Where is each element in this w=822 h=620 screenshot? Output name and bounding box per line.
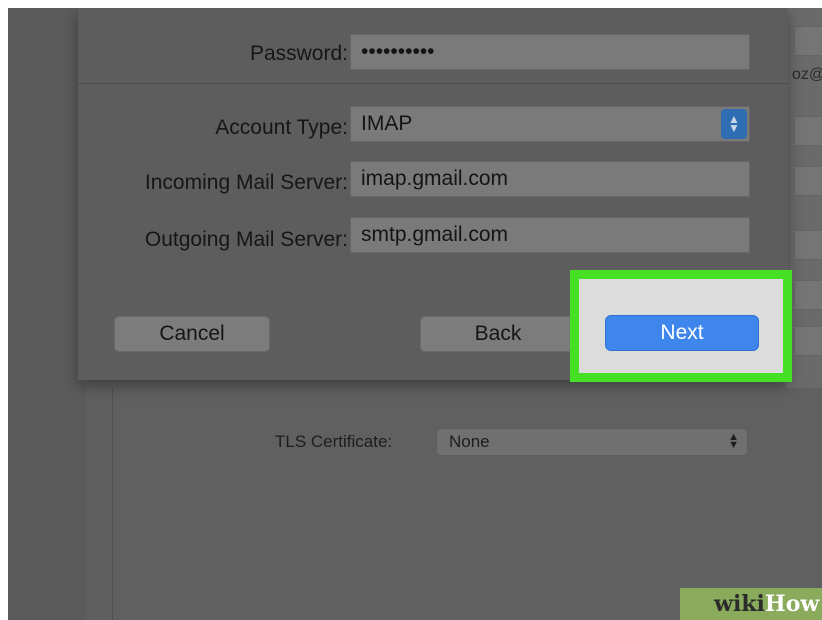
background-field	[794, 326, 822, 356]
account-type-label: Account Type:	[215, 116, 348, 139]
background-field	[794, 26, 822, 56]
password-value: ••••••••••	[361, 40, 435, 63]
tls-certificate-value: None	[449, 432, 490, 451]
background-field	[794, 116, 822, 146]
background-settings-panel	[112, 388, 822, 620]
incoming-mail-server-label: Incoming Mail Server:	[144, 171, 348, 194]
background-field	[794, 166, 822, 196]
screenshot-canvas: oz@ TLS Certificate: None ▲ ▼ Password: •…	[8, 8, 822, 620]
background-field	[794, 230, 822, 260]
chevron-up-down-icon: ▲ ▼	[728, 431, 739, 451]
cancel-button[interactable]: Cancel	[114, 316, 270, 352]
outgoing-mail-server-field[interactable]: smtp.gmail.com	[350, 217, 750, 253]
wikihow-logo: wiki How	[680, 588, 822, 620]
account-type-select[interactable]: IMAP ▲ ▼	[350, 106, 750, 142]
password-field[interactable]: ••••••••••	[350, 34, 750, 70]
password-label: Password:	[249, 42, 348, 65]
next-button[interactable]: Next	[605, 315, 759, 351]
tls-certificate-label: TLS Certificate:	[275, 432, 393, 451]
wikihow-logo-wiki: wiki	[714, 591, 765, 617]
next-button-highlight: Next	[570, 270, 792, 382]
background-email-fragment: oz@	[792, 66, 822, 83]
outgoing-mail-server-label: Outgoing Mail Server:	[144, 228, 348, 251]
account-type-value: IMAP	[361, 112, 413, 135]
divider	[78, 83, 788, 84]
tls-certificate-select[interactable]: None ▲ ▼	[436, 428, 748, 456]
wikihow-logo-how: How	[764, 591, 820, 617]
incoming-mail-server-value: imap.gmail.com	[361, 167, 509, 190]
back-button[interactable]: Back	[420, 316, 576, 352]
chevron-up-down-icon: ▲ ▼	[721, 109, 747, 139]
background-field	[794, 280, 822, 310]
incoming-mail-server-field[interactable]: imap.gmail.com	[350, 161, 750, 197]
outgoing-mail-server-value: smtp.gmail.com	[361, 223, 509, 246]
